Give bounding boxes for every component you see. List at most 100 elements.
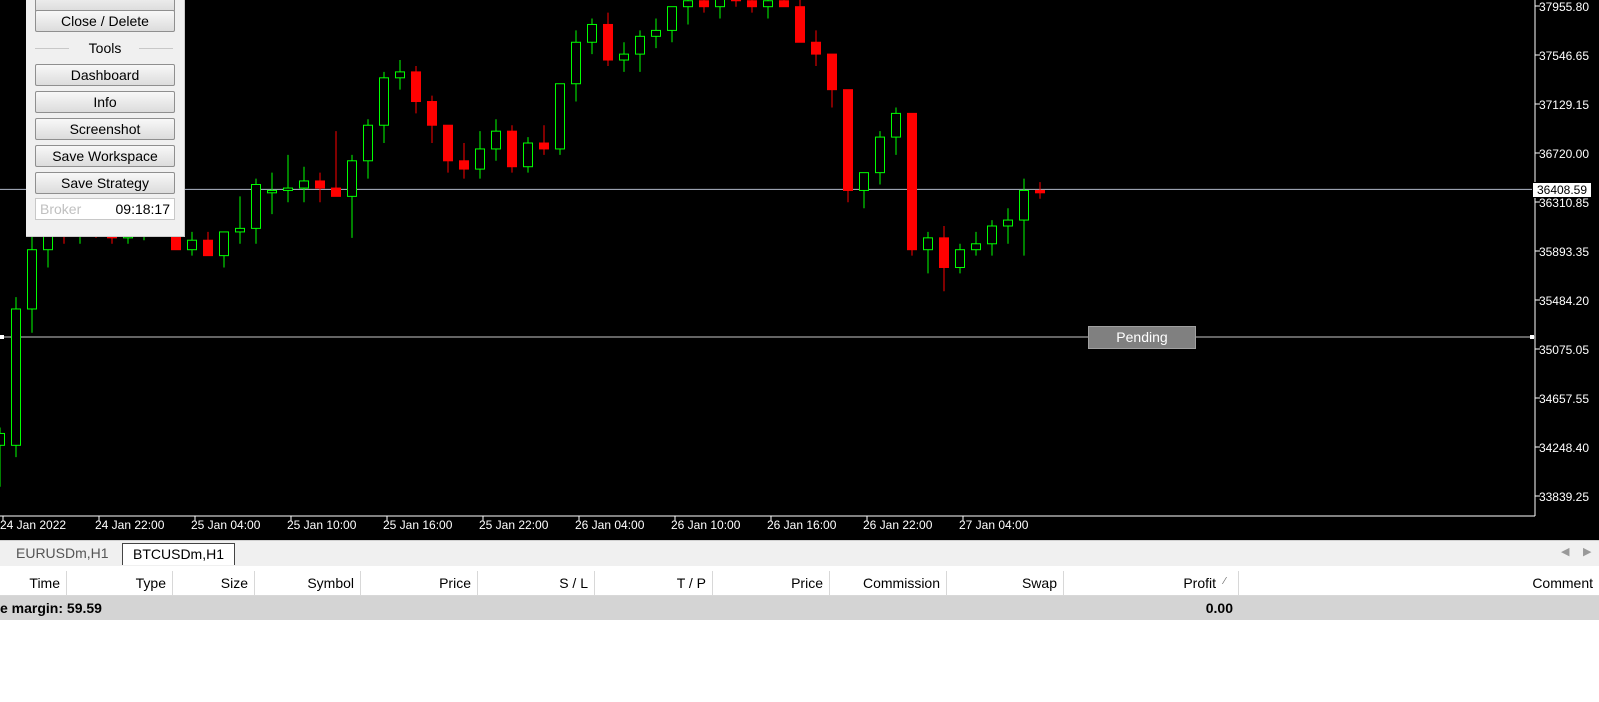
trade-table: Time Type Size Symbol Price S / L T / P …	[0, 571, 1599, 702]
candle-body-bull	[347, 160, 357, 197]
time-axis-label: 26 Jan 22:00	[863, 518, 933, 532]
info-button[interactable]: Info	[35, 91, 175, 113]
candle-body-bull	[299, 180, 309, 189]
candle-body-bull	[523, 142, 533, 168]
candle-body-bull	[491, 130, 501, 150]
save-strategy-button[interactable]: Save Strategy	[35, 172, 175, 194]
candle-body-bear	[795, 6, 805, 43]
candle-body-bear	[731, 0, 741, 2]
candle-body-bull	[651, 29, 661, 37]
column-header-symbol[interactable]: Symbol	[255, 571, 361, 595]
time-axis-label: 24 Jan 2022	[0, 518, 67, 532]
time-axis-label: 25 Jan 16:00	[383, 518, 453, 532]
price-axis-label: 35893.35	[1538, 245, 1589, 259]
candle-body-bear	[699, 0, 709, 8]
current-price-tag: 36408.59	[1532, 182, 1592, 198]
candle-body-bear	[907, 112, 917, 251]
column-header-price[interactable]: Price	[361, 571, 478, 595]
price-chart[interactable]: 37955.80 37546.65 37129.15 36720.00 3631…	[0, 0, 1599, 540]
candle-body-bull	[283, 187, 293, 191]
pending-order-badge[interactable]: Pending	[1088, 326, 1196, 349]
broker-time: 09:18:17	[115, 201, 171, 217]
time-axis-label: 26 Jan 04:00	[575, 518, 645, 532]
column-header-size[interactable]: Size	[173, 571, 255, 595]
table-header: Time Type Size Symbol Price S / L T / P …	[0, 571, 1599, 596]
price-axis-label: 37129.15	[1538, 98, 1589, 112]
column-header-tp[interactable]: T / P	[595, 571, 713, 595]
time-axis-label: 24 Jan 22:00	[95, 518, 165, 532]
candle-body-bull	[683, 0, 693, 8]
candle-body-bull	[619, 53, 629, 61]
candle-body-bear	[331, 187, 341, 197]
candle-body-bull	[267, 189, 277, 194]
candle-body-bear	[315, 180, 325, 189]
candle-body-bull	[363, 124, 373, 162]
column-header-profit[interactable]: Profit	[1064, 571, 1239, 595]
pending-line-handle[interactable]	[1530, 335, 1534, 339]
column-header-current-price[interactable]: Price	[713, 571, 830, 595]
save-workspace-button[interactable]: Save Workspace	[35, 145, 175, 167]
column-header-type[interactable]: Type	[67, 571, 173, 595]
candle-body-bull	[667, 6, 677, 31]
price-axis-label: 34248.40	[1538, 441, 1589, 455]
candle-body-bull	[875, 136, 885, 174]
candle-body-bear	[411, 71, 421, 103]
candle-body-bull	[923, 237, 933, 251]
candle-body-bull	[859, 172, 869, 191]
price-axis-label: 33839.25	[1538, 490, 1589, 504]
price-axis-label: 35484.20	[1538, 294, 1589, 308]
price-axis-label: 37955.80	[1538, 0, 1589, 14]
sort-icon[interactable]: ⁄	[1224, 576, 1226, 587]
price-axis-label: 36720.00	[1538, 147, 1589, 161]
column-header-comment[interactable]: Comment	[1239, 571, 1599, 595]
column-header-sl[interactable]: S / L	[478, 571, 595, 595]
table-summary-row[interactable]: e margin: 59.59 0.00	[0, 596, 1599, 620]
candle-body-bear	[203, 239, 213, 257]
candle-body-bear	[843, 89, 853, 191]
time-axis-label: 26 Jan 10:00	[671, 518, 741, 532]
candle-body-bull	[251, 184, 261, 229]
total-profit: 0.00	[1205, 600, 1233, 616]
screenshot-button[interactable]: Screenshot	[35, 118, 175, 140]
candle-body-bull	[187, 239, 197, 251]
candle-body-bull	[1003, 219, 1013, 227]
candle-body-bear	[443, 124, 453, 162]
price-axis-label: 36310.85	[1538, 196, 1589, 210]
candle-body-bull	[475, 148, 485, 170]
scroll-right-icon[interactable]: ▶	[1583, 545, 1591, 558]
candle-body-bull	[987, 225, 997, 245]
candle-body-bull	[235, 227, 245, 233]
candle-body-bull	[219, 231, 229, 257]
price-axis-label: 35075.05	[1538, 343, 1589, 357]
dashboard-button[interactable]: Dashboard	[35, 64, 175, 86]
candle-body-bull	[11, 308, 21, 446]
time-axis-label: 25 Jan 10:00	[287, 518, 357, 532]
scroll-left-icon[interactable]: ◀	[1561, 545, 1569, 558]
candle-body-bear	[507, 130, 517, 168]
candle-body-bear	[811, 41, 821, 55]
pending-line-handle[interactable]	[0, 335, 4, 339]
candle-body-bear	[747, 0, 757, 8]
candle-body-bull	[555, 83, 565, 150]
close-delete-button[interactable]: Close / Delete	[35, 10, 175, 32]
candle-body-bear	[779, 0, 789, 8]
column-header-time[interactable]: Time	[0, 571, 67, 595]
candle-body-bull	[635, 35, 645, 55]
column-header-swap[interactable]: Swap	[947, 571, 1064, 595]
chart-tab-bar: EURUSDm,H1 BTCUSDm,H1 ◀ ▶	[0, 540, 1599, 566]
price-axis-label: 37546.65	[1538, 49, 1589, 63]
broker-label: Broker	[40, 201, 82, 217]
time-axis-label: 26 Jan 16:00	[767, 518, 837, 532]
tab-btcusd[interactable]: BTCUSDm,H1	[122, 543, 236, 565]
candle-body-bull	[763, 0, 773, 8]
candle-body-bull	[587, 23, 597, 43]
candle-body-bull	[891, 112, 901, 138]
free-margin-summary: e margin: 59.59	[0, 600, 102, 616]
tab-eurusd[interactable]: EURUSDm,H1	[6, 543, 119, 564]
broker-clock: Broker 09:18:17	[35, 198, 175, 220]
candle-body-bear	[939, 237, 949, 268]
candle-body-bull	[1019, 189, 1029, 221]
price-axis-label: 34657.55	[1538, 392, 1589, 406]
candle-body-bull	[379, 77, 389, 126]
column-header-commission[interactable]: Commission	[830, 571, 947, 595]
